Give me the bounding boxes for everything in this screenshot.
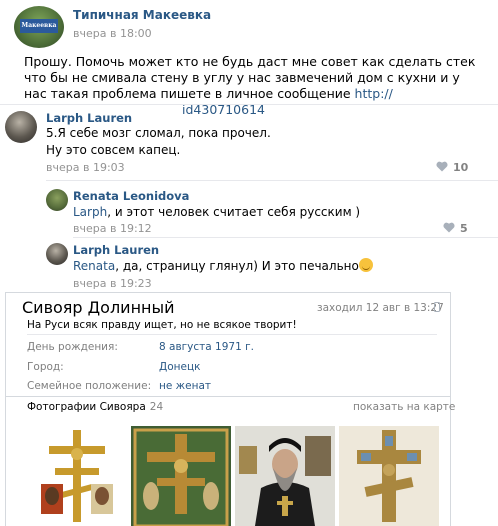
group-avatar[interactable]: Макеевка xyxy=(14,6,64,48)
post-text: Прошу. Помочь может кто не будь даст мне… xyxy=(24,54,486,118)
photos-header[interactable]: Фотографии Сивояра 24 xyxy=(27,401,163,413)
post-divider xyxy=(0,104,498,105)
brass-cross-image xyxy=(339,426,439,526)
photo-thumbnail[interactable] xyxy=(131,426,231,526)
heart-icon xyxy=(443,222,455,233)
like-count: 10 xyxy=(453,161,469,174)
like-button[interactable]: 5 xyxy=(443,222,468,235)
photo-thumbnail[interactable] xyxy=(235,426,335,526)
comment-divider xyxy=(46,180,498,181)
comment-time[interactable]: вчера в 19:12 xyxy=(73,222,152,235)
reply-mention[interactable]: Renata xyxy=(73,259,115,273)
photos-count: 24 xyxy=(149,401,164,413)
comment-text: Larph, и этот человек считает себя русск… xyxy=(73,205,361,219)
mobile-icon xyxy=(434,302,440,312)
field-label: День рождения: xyxy=(27,341,118,353)
priest-photo-image xyxy=(235,426,335,526)
comment-divider xyxy=(73,237,498,238)
post-body: Прошу. Помочь может кто не будь даст мне… xyxy=(24,54,476,101)
comment-author[interactable]: Larph Lauren xyxy=(46,111,132,125)
comment-text: 5.Я себе мозг сломал, пока прочел. Ну эт… xyxy=(46,126,271,157)
comment-text: Renata, да, страницу глянул) И это печал… xyxy=(73,258,373,275)
field-label: Город: xyxy=(27,361,64,373)
profile-divider xyxy=(27,334,437,335)
reply-mention[interactable]: Larph xyxy=(73,205,107,219)
avatar[interactable] xyxy=(5,111,37,143)
section-divider xyxy=(5,396,451,397)
profile-status: На Руси всяк правду ищет, но не всякое т… xyxy=(27,319,297,331)
smile-emoji-icon xyxy=(358,258,373,272)
comment-time[interactable]: вчера в 19:23 xyxy=(73,277,152,290)
post-author[interactable]: Типичная Макеевка xyxy=(73,8,211,22)
comment-time[interactable]: вчера в 19:03 xyxy=(46,161,125,174)
last-seen: заходил 12 авг в 13:27 xyxy=(317,302,444,314)
icon-cross-image xyxy=(41,430,113,522)
photo-thumbnail[interactable] xyxy=(339,426,439,526)
post-time[interactable]: вчера в 18:00 xyxy=(73,27,152,40)
relationship-link[interactable]: не женат xyxy=(159,380,211,392)
city-link[interactable]: Донецк xyxy=(159,361,200,373)
field-label: Семейное положение: xyxy=(27,380,152,392)
profile-name: Сивояр Долинный xyxy=(22,298,175,317)
like-button[interactable]: 10 xyxy=(436,161,468,174)
icon-panel-image xyxy=(133,428,229,526)
show-on-map-link[interactable]: показать на карте xyxy=(353,401,455,413)
photo-thumbnail[interactable] xyxy=(27,426,127,526)
heart-icon xyxy=(436,161,448,172)
avatar[interactable] xyxy=(46,243,68,265)
birthday-link[interactable]: 8 августа 1971 г. xyxy=(159,341,254,353)
like-count: 5 xyxy=(460,222,468,235)
avatar[interactable] xyxy=(46,189,68,211)
group-avatar-sign: Макеевка xyxy=(20,19,58,33)
comment-author[interactable]: Larph Lauren xyxy=(73,243,159,257)
comment-author[interactable]: Renata Leonidova xyxy=(73,189,189,203)
